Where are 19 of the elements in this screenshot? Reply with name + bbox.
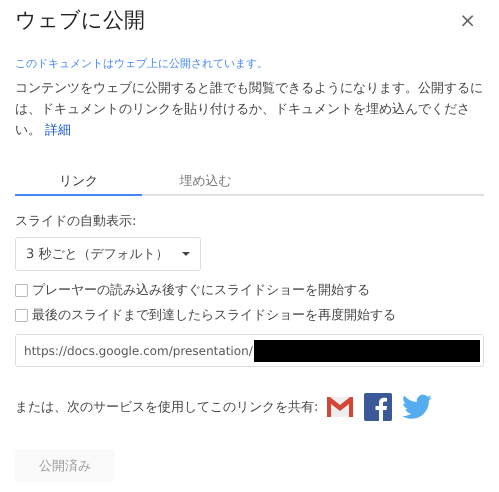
mail-icon[interactable] xyxy=(326,396,354,418)
facebook-icon[interactable] xyxy=(364,393,392,421)
checkbox-label: プレーヤーの読み込み後すぐにスライドショーを開始する xyxy=(32,282,370,299)
share-label: または、次のサービスを使用してこのリンクを共有: xyxy=(15,399,318,416)
checkbox-label: 最後のスライドまで到達したらスライドショーを再度開始する xyxy=(32,307,396,324)
bird-icon[interactable] xyxy=(402,394,432,420)
published-notice: このドキュメントはウェブ上に公開されています。 xyxy=(15,56,269,71)
description-text: コンテンツをウェブに公開すると誰でも閲覧できるようになります。公開するには、ドキュメントのリンクを貼り付けるか、ドキュメントを埋め込んでください。 詳細 xyxy=(15,80,484,140)
url-field[interactable]: https://docs.google.com/presentation/ xyxy=(15,334,484,367)
auto-advance-label: スライドの自動表示: xyxy=(15,213,138,230)
tab[interactable]: 埋め込む xyxy=(142,168,269,196)
dialog-title: ウェブに公開 xyxy=(15,7,145,34)
caret-icon xyxy=(182,252,190,256)
close-button[interactable]: × xyxy=(451,8,484,32)
checkbox[interactable] xyxy=(15,308,28,322)
learn-more-link[interactable]: 詳細 xyxy=(45,123,71,138)
tab[interactable]: リンク xyxy=(15,168,142,196)
interval-dropdown[interactable]: 3 秒ごと（デフォルト） xyxy=(15,237,202,271)
checkbox[interactable] xyxy=(15,284,28,296)
